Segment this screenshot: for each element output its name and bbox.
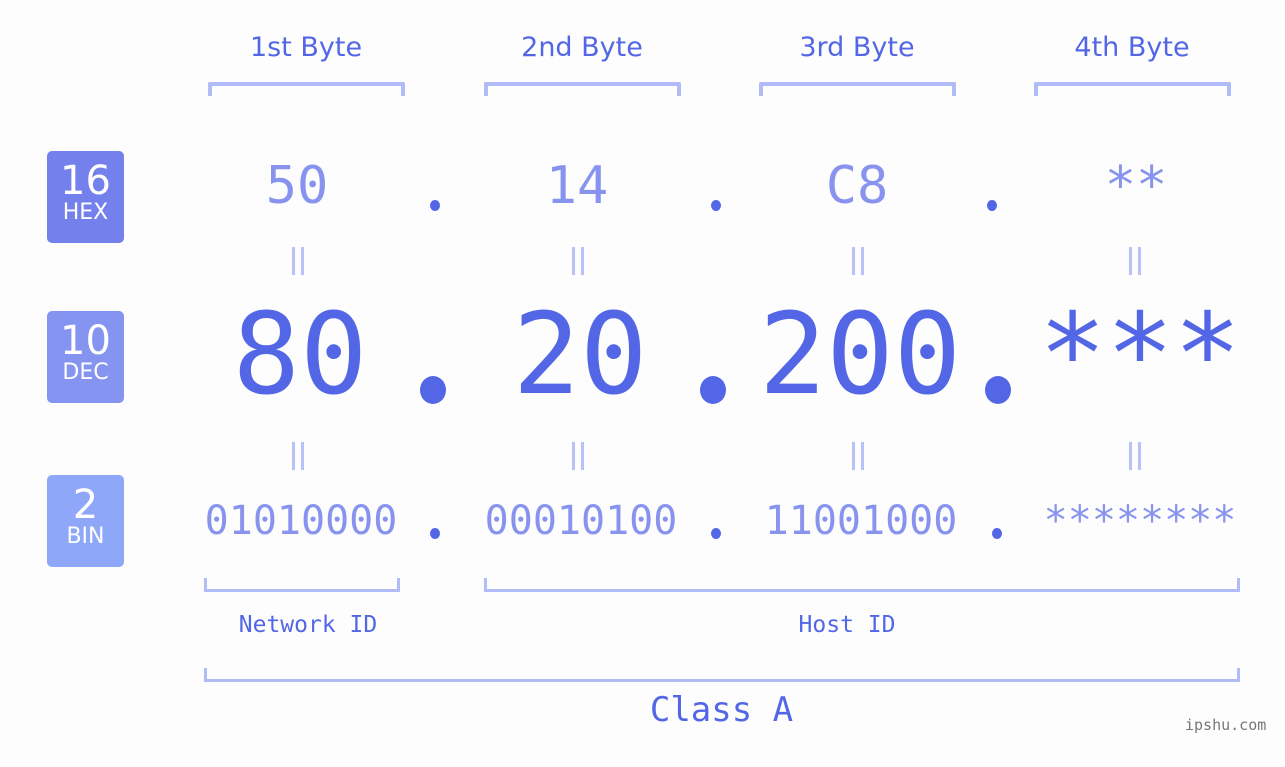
hex-byte-1: 50 [265, 156, 329, 216]
bin-separator-2 [711, 528, 721, 539]
bin-separator-1 [430, 528, 440, 539]
hex-separator-3 [987, 200, 997, 211]
bin-byte-2: 00010100 [484, 498, 678, 544]
bin-badge: 2 BIN [47, 475, 124, 567]
network-id-bracket [204, 578, 400, 592]
byte-header-1: 1st Byte [249, 32, 363, 63]
byte-header-3: 3rd Byte [799, 32, 915, 63]
equals-icon [1129, 247, 1141, 275]
hex-badge-label: HEX [62, 200, 109, 225]
byte-bracket-4 [1034, 82, 1231, 96]
hex-separator-2 [711, 200, 721, 211]
equals-icon [852, 247, 864, 275]
dec-byte-1: 80 [232, 290, 368, 420]
dec-separator-2 [700, 376, 726, 404]
byte-bracket-3 [759, 82, 956, 96]
watermark: ipshu.com [1185, 716, 1267, 734]
bin-badge-label: BIN [66, 524, 105, 549]
byte-bracket-1 [208, 82, 405, 96]
bin-separator-3 [992, 528, 1002, 539]
equals-icon [292, 442, 304, 470]
dec-byte-2: 20 [512, 290, 648, 420]
bin-byte-3: 11001000 [764, 498, 958, 544]
host-id-bracket [484, 578, 1240, 592]
bin-badge-number: 2 [72, 482, 99, 528]
dec-byte-3: 200 [758, 290, 962, 420]
equals-icon [1129, 442, 1141, 470]
hex-byte-4: ** [1104, 156, 1168, 216]
dec-separator-3 [985, 376, 1011, 404]
equals-icon [292, 247, 304, 275]
equals-icon [572, 247, 584, 275]
hex-badge: 16 HEX [47, 151, 124, 243]
hex-badge-number: 16 [60, 158, 111, 204]
equals-icon [852, 442, 864, 470]
hex-separator-1 [430, 200, 440, 211]
byte-header-2: 2nd Byte [521, 32, 643, 63]
class-label: Class A [649, 690, 794, 730]
hex-byte-3: C8 [825, 156, 889, 216]
byte-bracket-2 [484, 82, 681, 96]
bin-byte-4: ******** [1043, 498, 1237, 544]
equals-icon [572, 442, 584, 470]
network-id-label: Network ID [238, 612, 378, 638]
dec-byte-4: *** [1038, 290, 1242, 420]
host-id-label: Host ID [798, 612, 896, 638]
dec-badge: 10 DEC [47, 311, 124, 403]
bin-byte-1: 01010000 [204, 498, 398, 544]
class-bracket [204, 668, 1240, 682]
hex-byte-2: 14 [545, 156, 609, 216]
dec-badge-number: 10 [60, 318, 111, 364]
dec-badge-label: DEC [62, 360, 109, 385]
dec-separator-1 [420, 376, 446, 404]
byte-header-4: 4th Byte [1074, 32, 1190, 63]
